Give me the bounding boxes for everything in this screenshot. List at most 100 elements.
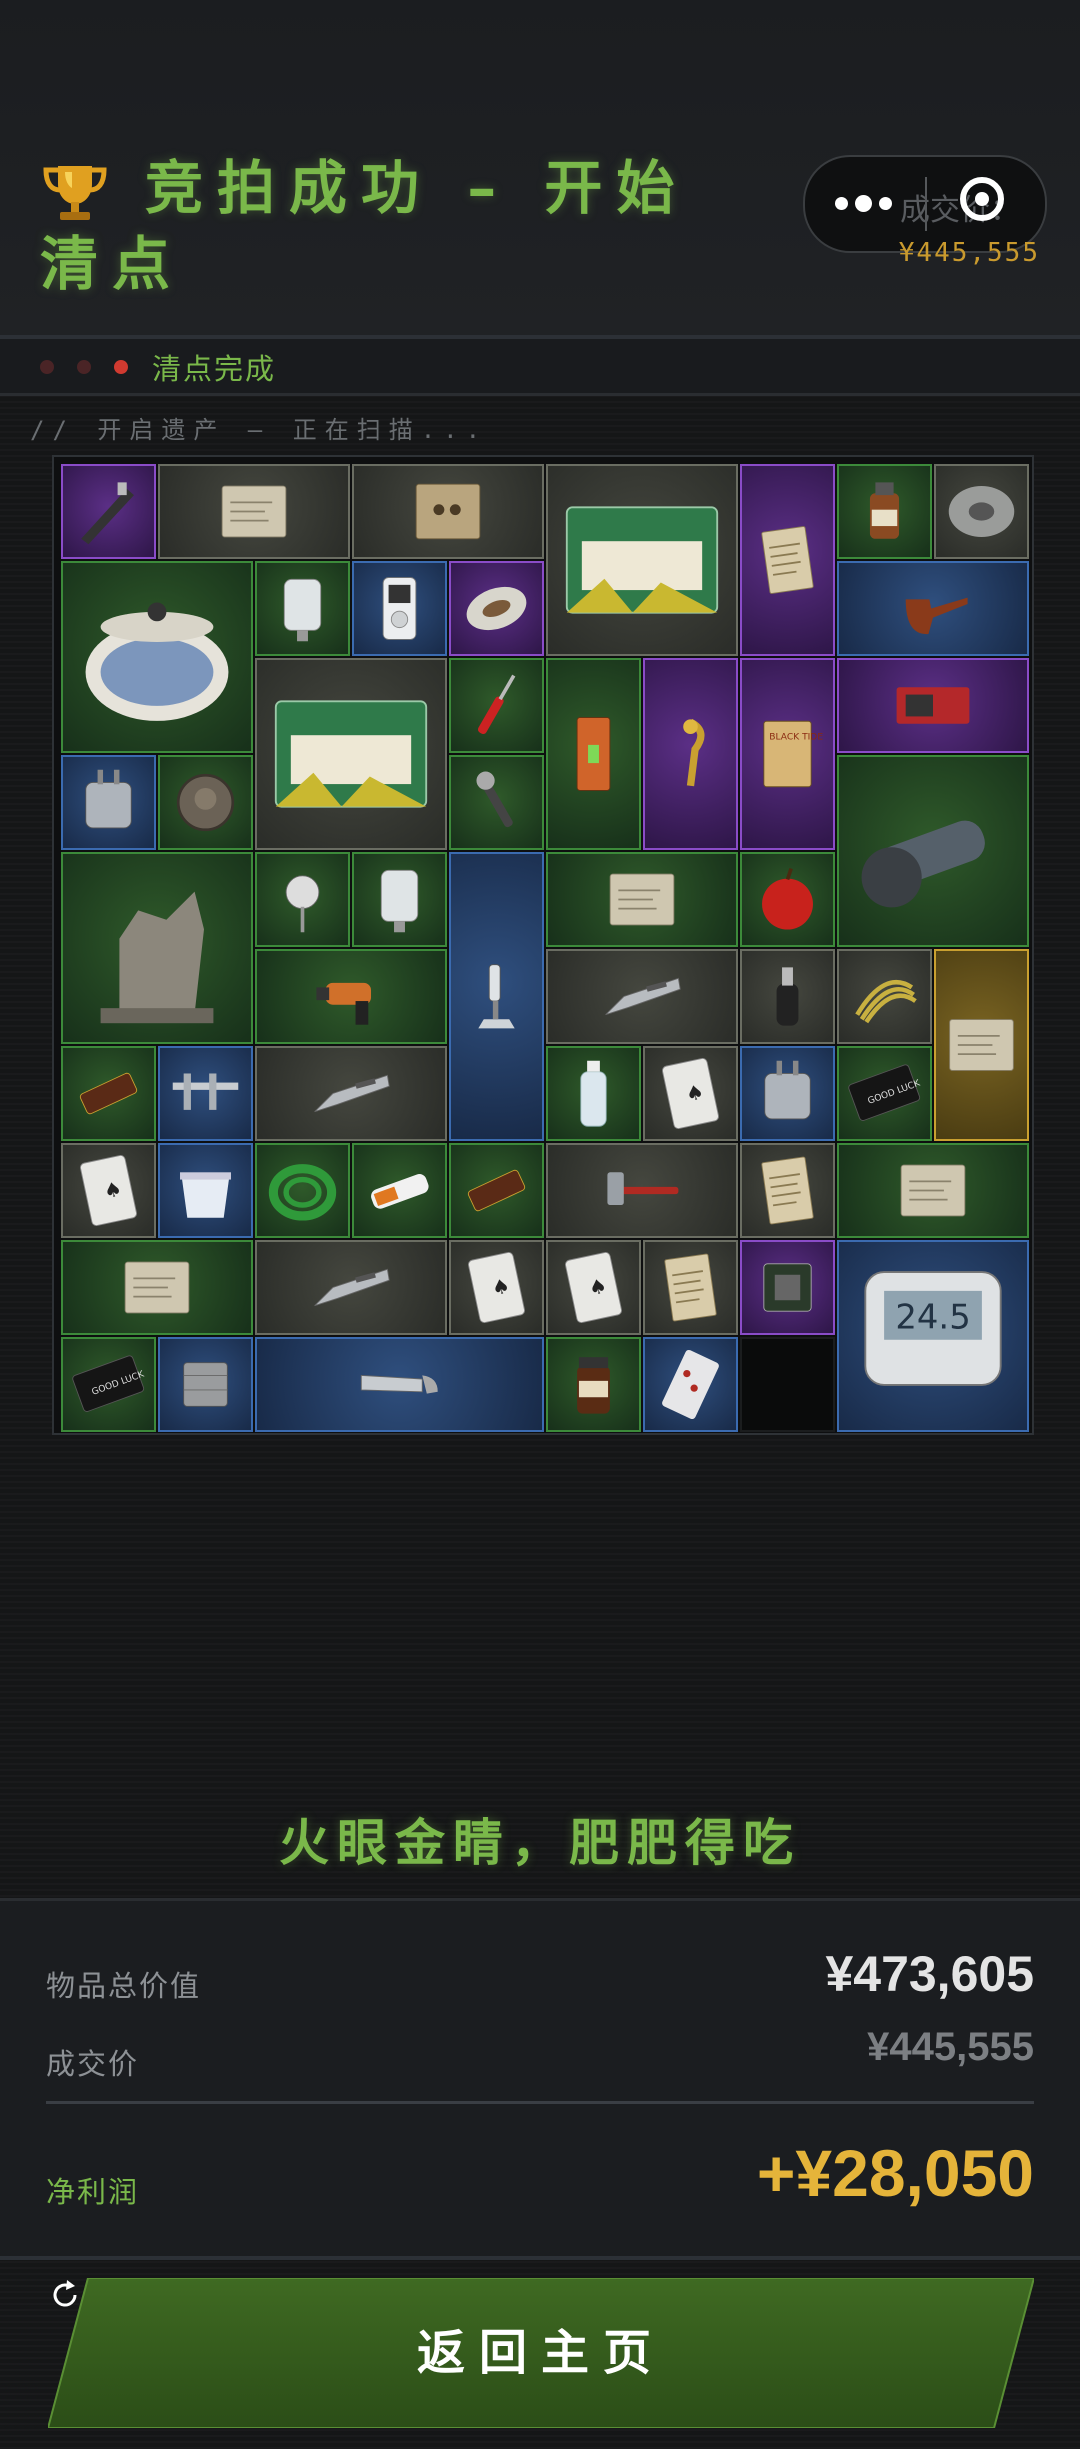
grid-item-metal-cube[interactable]: [158, 1337, 253, 1432]
grid-item-caliper[interactable]: [158, 1046, 253, 1141]
grid-item-green-cable[interactable]: [255, 1143, 350, 1238]
grid-item-energy-bar[interactable]: [449, 1143, 544, 1238]
emergency-candles-box-2-icon: [274, 700, 428, 808]
grid-item-hand-saw[interactable]: [255, 1337, 544, 1432]
green-cable-icon: [268, 1164, 337, 1221]
grid-item-power-adapter[interactable]: [61, 755, 156, 850]
grid-item-pill-blister[interactable]: [643, 1337, 738, 1432]
utility-knife-icon: [605, 977, 681, 1016]
iv-bag-2-icon: [380, 869, 419, 933]
grid-item-power-adapter-2[interactable]: [740, 1046, 835, 1141]
scan-label: // 开启遗产 – 正在扫描...: [30, 416, 489, 444]
utility-knife-2-icon: [314, 1074, 390, 1113]
svg-text:24.5: 24.5: [895, 1297, 970, 1336]
old-paper-2-icon: [124, 1261, 190, 1314]
profit-value: +¥28,050: [756, 2136, 1034, 2210]
grid-item-playing-card-2[interactable]: ♠: [61, 1143, 156, 1238]
grid-item-good-luck-card-2[interactable]: GOOD LUCK: [61, 1337, 156, 1432]
status-dot: [40, 360, 54, 374]
grid-item-rope[interactable]: [837, 949, 932, 1044]
receipt-2-icon: [664, 1253, 717, 1322]
grid-item-instant-coffee[interactable]: [546, 1337, 641, 1432]
total-value: ¥473,605: [825, 1946, 1034, 2002]
grid-item-power-drill[interactable]: [255, 949, 447, 1044]
grid-item-old-family-photo[interactable]: [352, 464, 544, 559]
grid-item-receipt-2[interactable]: [643, 1240, 738, 1335]
grid-item-old-paper[interactable]: [546, 852, 738, 947]
grid-item-hammer[interactable]: [546, 1143, 738, 1238]
grid-item-spirit-level[interactable]: [546, 658, 641, 850]
grid-item-screwdriver[interactable]: [449, 658, 544, 753]
grid-item-circuit-chip[interactable]: [740, 1240, 835, 1335]
digital-thermometer-icon: 24.5: [864, 1271, 1002, 1386]
power-drill-icon: [316, 982, 372, 1025]
medicine-bottle-icon: [869, 482, 900, 539]
grid-item-playing-card-4[interactable]: ♠: [546, 1240, 641, 1335]
close-miniprogram-icon[interactable]: [960, 177, 1004, 221]
circuit-chip-icon: [763, 1263, 812, 1312]
grid-item-playing-card[interactable]: ♠: [643, 1046, 738, 1141]
grid-item-angle-grinder[interactable]: [837, 755, 1029, 947]
profit-label: 净利润: [46, 2175, 140, 2209]
power-adapter-icon: [85, 769, 132, 829]
grid-item-brass-hook[interactable]: [643, 658, 738, 850]
grid-item-ceramic-pot[interactable]: [61, 561, 253, 753]
grid-item-receipt[interactable]: [740, 1143, 835, 1238]
grid-item-utility-knife[interactable]: [546, 949, 738, 1044]
grid-item-duct-tape[interactable]: [934, 464, 1029, 559]
grid-item-emergency-candles-box[interactable]: [546, 464, 738, 656]
deal-price-small: ¥445,555: [898, 238, 1040, 268]
grid-item-thermometer[interactable]: [255, 852, 350, 947]
grid-item-wrench[interactable]: [449, 755, 544, 850]
grid-item-utility-knife-2[interactable]: [255, 1046, 447, 1141]
power-adapter-2-icon: [764, 1060, 811, 1120]
grid-item-pepper-grinder[interactable]: [740, 949, 835, 1044]
grid-item-old-map[interactable]: [158, 464, 350, 559]
grid-item-playing-card-3[interactable]: ♠: [449, 1240, 544, 1335]
summary-divider: [46, 2101, 1034, 2104]
hand-saw-icon: [360, 1374, 438, 1394]
grid-item-smoking-pipe[interactable]: [837, 561, 1029, 656]
more-icon[interactable]: [835, 187, 895, 221]
chocolate-bar-icon: [79, 1072, 138, 1115]
grid-item-graphics-card[interactable]: [837, 658, 1029, 753]
grid-item-apple[interactable]: [740, 852, 835, 947]
grid-item-digital-thermometer[interactable]: 24.5: [837, 1240, 1029, 1432]
pill-blister-icon: [662, 1349, 719, 1420]
grid-item-old-paper-2[interactable]: [61, 1240, 253, 1335]
grid-item-chocolate-bar[interactable]: [61, 1046, 156, 1141]
playing-card-4-icon: ♠: [565, 1252, 622, 1323]
grid-item-airbrush[interactable]: [61, 464, 156, 559]
grid-item-battery[interactable]: [352, 1143, 447, 1238]
graphics-card-icon: [896, 687, 970, 724]
caliper-icon: [172, 1073, 239, 1110]
grid-item-old-note[interactable]: [837, 1143, 1029, 1238]
grid-item-football[interactable]: [449, 561, 544, 656]
deal-price-label: 成交价: [46, 2047, 140, 2081]
metal-cube-icon: [183, 1362, 228, 1407]
grid-item-blueprint[interactable]: [934, 949, 1029, 1141]
grid-item-old-coin[interactable]: [158, 755, 253, 850]
return-home-button[interactable]: 返回主页: [48, 2278, 1034, 2428]
old-documents-icon: [761, 526, 814, 594]
grid-item-sphinx-statue[interactable]: [61, 852, 253, 1044]
grid-item-iv-bag-2[interactable]: [352, 852, 447, 947]
grid-item-mp3-player[interactable]: [352, 561, 447, 656]
status-dot: [114, 360, 128, 374]
spirit-level-icon: [576, 717, 611, 791]
grid-item-old-documents[interactable]: [740, 464, 835, 656]
grid-item-medicine-bottle[interactable]: [837, 464, 932, 559]
grid-item-microscope[interactable]: [449, 852, 544, 1141]
apple-icon: [762, 867, 813, 930]
grid-item-iv-bag[interactable]: [255, 561, 350, 656]
grid-item-good-luck-card[interactable]: GOOD LUCK: [837, 1046, 932, 1141]
grid-item-water-bottle[interactable]: [546, 1046, 641, 1141]
item-grid: BLACK TIDE ♠ GOOD LUCK ♠ ♠ ♠ 24.5 GOOD LUCK: [52, 455, 1034, 1435]
grid-item-yogurt-cup[interactable]: [158, 1143, 253, 1238]
grid-item-emergency-candles-box-2[interactable]: [255, 658, 447, 850]
grid-item-black-tide-book[interactable]: BLACK TIDE: [740, 658, 835, 850]
duct-tape-icon: [948, 486, 1015, 537]
airbrush-icon: [81, 482, 134, 545]
grid-item-empty-slot: [740, 1337, 835, 1432]
grid-item-utility-knife-3[interactable]: [255, 1240, 447, 1335]
